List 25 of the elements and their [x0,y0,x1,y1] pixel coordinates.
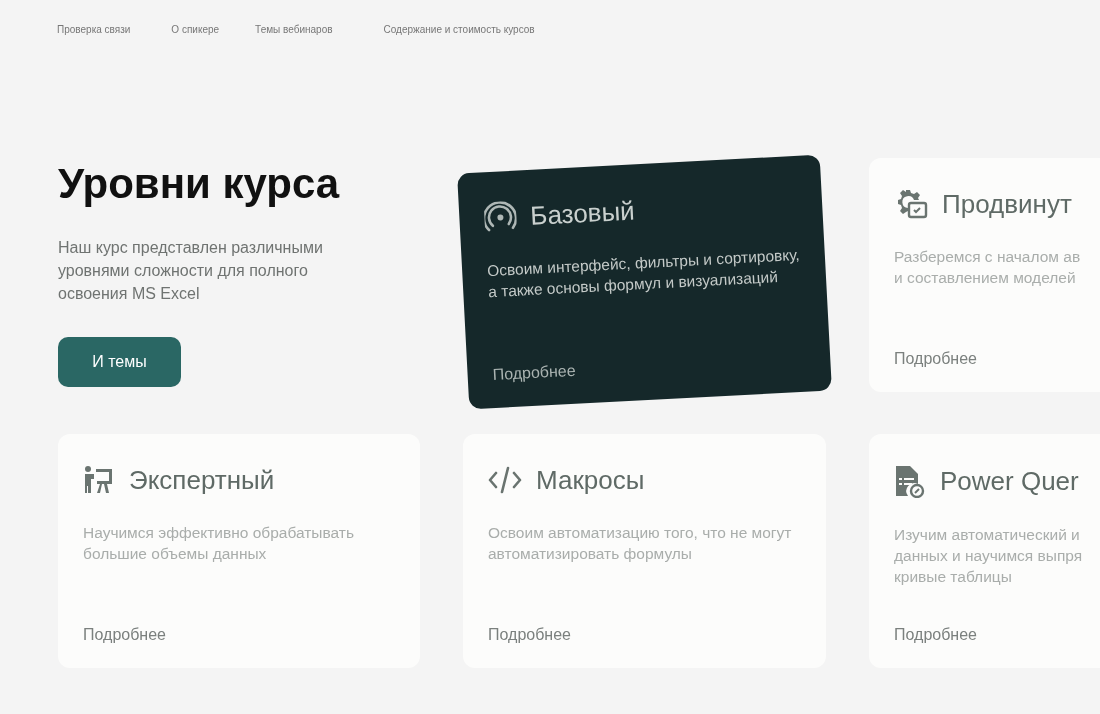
more-link[interactable]: Подробнее [492,349,806,385]
topics-button[interactable]: И темы [58,337,181,387]
presenter-icon [83,464,115,496]
card-title: Экспертный [129,464,275,496]
card-title: Макросы [536,464,645,496]
more-link[interactable]: Подробнее [83,626,395,644]
nav-link[interactable]: О спикере [171,24,220,64]
document-check-icon [894,464,926,498]
section-title: Уровни курса [58,160,341,208]
card-description: Разберемся с началом ав и составлением моделей [894,247,1082,288]
nav-link[interactable]: Темы вебинаров [255,24,333,64]
card-title: Power Quer [940,465,1079,497]
card-title: Базовый [529,194,636,232]
card-description: Освоим автоматизацию того, что не могут автоматизировать формулы [488,523,793,564]
card-description: Освоим интерфейс, фильтры и сортировку, а также основы формул и визуализаций [486,244,802,303]
more-link[interactable]: Подробнее [894,350,1100,368]
nav-link[interactable]: Содержание и стоимость курсов [383,24,535,64]
card-description: Научимся эффективно обрабатывать большие объемы данных [83,523,355,564]
code-icon [488,464,522,496]
card-title: Продвинут [942,188,1072,220]
more-link[interactable]: Подробнее [488,626,801,644]
section-description: Наш курс представлен различными уровнями сложности для полного освоения MS Excel [58,238,324,304]
nav-link[interactable]: Проверка связи [57,24,131,64]
card-description: Изучим автоматический и данных и научимся выпря кривые таблицы [894,525,1084,587]
more-link[interactable]: Подробнее [894,626,1100,644]
